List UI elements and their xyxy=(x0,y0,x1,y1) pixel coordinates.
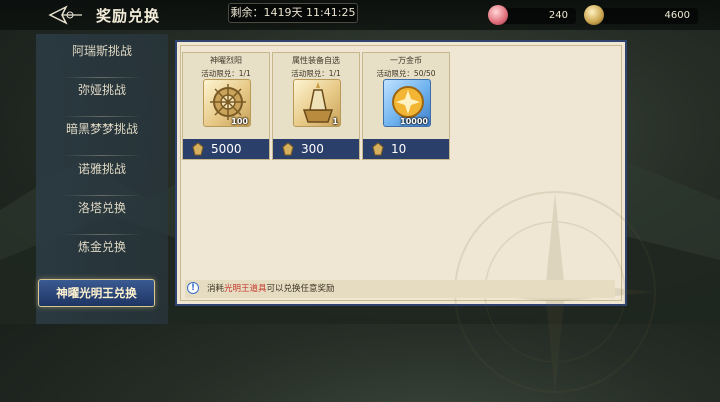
notice-text: 消耗光明王道具可以兑换任意奖励 xyxy=(207,280,335,298)
price-bar[interactable]: 5000 xyxy=(183,139,269,159)
sidebar-item-label: 诺雅挑战 xyxy=(77,162,126,176)
info-icon: ! xyxy=(187,282,199,294)
back-arrow-icon xyxy=(48,5,82,25)
reward-card[interactable]: 一万金币 活动限兑：50/50 10000 10 xyxy=(362,52,450,160)
reward-card[interactable]: 神曜烈阳 活动限兑：1/1 100 5000 xyxy=(182,52,270,160)
price-value: 5000 xyxy=(211,142,242,156)
reward-thumbnail: 1 xyxy=(293,79,341,127)
back-button[interactable] xyxy=(46,4,84,26)
sidebar-item-shenyao-guangmingwang[interactable]: 神曜光明王兑换 xyxy=(38,279,155,307)
sidebar-item-alchemy[interactable]: 炼金兑换 xyxy=(36,230,168,264)
price-value: 300 xyxy=(301,142,324,156)
reward-limit: 活动限兑：1/1 xyxy=(201,69,251,78)
gold-emblem-icon xyxy=(282,142,294,156)
price-bar[interactable]: 300 xyxy=(273,139,359,159)
reward-name: 属性装备自选 xyxy=(292,56,340,65)
notice-prefix: 消耗 xyxy=(207,284,225,294)
sidebar-item-label: 炼金兑换 xyxy=(77,240,126,254)
reward-name: 神曜烈阳 xyxy=(210,56,242,65)
gold-emblem-icon xyxy=(372,142,384,156)
sidebar-item-nuoya[interactable]: 诺雅挑战 xyxy=(36,152,168,196)
reward-quantity: 10000 xyxy=(400,117,428,126)
price-value: 10 xyxy=(391,142,407,156)
reward-thumbnail: 100 xyxy=(203,79,251,127)
sidebar-item-label: 阿瑞斯挑战 xyxy=(71,44,132,58)
reward-limit: 活动限兑：1/1 xyxy=(291,69,341,78)
sidebar-item-label: 弥娅挑战 xyxy=(77,83,126,97)
sidebar-item-label: 洛塔兑换 xyxy=(77,201,126,215)
gold-emblem-icon xyxy=(192,142,204,156)
pink-gem-icon xyxy=(488,5,508,25)
page-title: 奖励兑换 xyxy=(96,7,161,25)
reward-limit: 活动限兑：50/50 xyxy=(376,69,436,78)
reward-quantity: 100 xyxy=(231,117,248,126)
notice-suffix: 可以兑换任意奖励 xyxy=(266,284,335,294)
reward-panel: 神曜烈阳 活动限兑：1/1 100 5000 属性装备自选 活动限兑：1/1 1… xyxy=(175,40,656,393)
sidebar-item-ares[interactable]: 阿瑞斯挑战 xyxy=(36,34,168,78)
currency-value: 240 xyxy=(548,10,568,21)
countdown-timer: 剩余：1419天 11:41:25 xyxy=(228,3,358,23)
notice-highlight: 光明王道具 xyxy=(224,284,267,294)
currency-pink-gem[interactable]: 240 xyxy=(488,5,576,25)
sidebar-item-label: 神曜光明王兑换 xyxy=(56,286,137,300)
sidebar-item-luota[interactable]: 洛塔兑换 xyxy=(36,191,168,235)
sidebar-item-label: 暗黑梦梦挑战 xyxy=(65,122,138,136)
price-bar[interactable]: 10 xyxy=(363,139,449,159)
reward-quantity: 1 xyxy=(332,117,338,126)
sidebar-item-miya[interactable]: 弥娅挑战 xyxy=(36,73,168,117)
top-bar: 奖励兑换 剩余：1419天 11:41:25 240 4600 xyxy=(0,0,720,30)
notice-bar: ! 消耗光明王道具可以兑换任意奖励 xyxy=(185,280,615,298)
reward-name: 一万金币 xyxy=(390,56,422,65)
currency-gold-emblem[interactable]: 4600 xyxy=(584,5,698,25)
sidebar: 阿瑞斯挑战 弥娅挑战 暗黑梦梦挑战 诺雅挑战 洛塔兑换 炼金兑换 神曜光明王兑换 xyxy=(36,34,168,324)
sidebar-item-dark-mengmeng[interactable]: 暗黑梦梦挑战 xyxy=(36,112,168,156)
reward-thumbnail: 10000 xyxy=(383,79,431,127)
reward-card[interactable]: 属性装备自选 活动限兑：1/1 1 300 xyxy=(272,52,360,160)
gold-emblem-icon xyxy=(584,5,604,25)
currency-value: 4600 xyxy=(664,10,690,21)
